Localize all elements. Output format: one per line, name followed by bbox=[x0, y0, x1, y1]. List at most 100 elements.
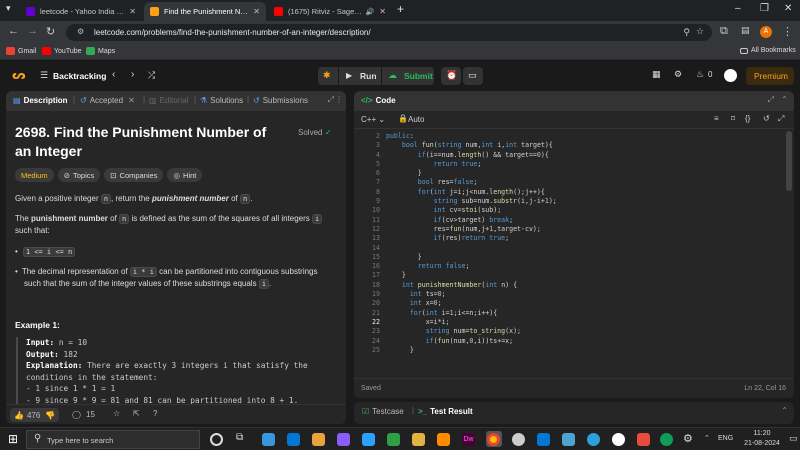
expand-up-icon[interactable]: ⌃ bbox=[781, 406, 788, 415]
share-icon[interactable]: ⇱ bbox=[133, 408, 140, 419]
store-icon[interactable] bbox=[287, 433, 300, 446]
file-explorer-icon[interactable] bbox=[312, 433, 325, 446]
chrome-icon[interactable] bbox=[487, 433, 500, 446]
app-icon[interactable] bbox=[412, 433, 425, 446]
more-icon[interactable]: ⋮ bbox=[335, 95, 343, 104]
blender-icon[interactable] bbox=[437, 433, 450, 446]
cortana-icon[interactable] bbox=[210, 433, 223, 446]
settings-gear-icon[interactable]: ⚙ bbox=[674, 69, 682, 80]
bookmark-youtube[interactable]: YouTube bbox=[42, 47, 82, 55]
dreamweaver-icon[interactable]: Dw bbox=[462, 433, 475, 446]
app-icon[interactable] bbox=[512, 433, 525, 446]
back-icon[interactable]: ← bbox=[8, 25, 19, 37]
bookmark-star-icon[interactable]: ☆ bbox=[696, 26, 704, 37]
tab-search-icon[interactable]: ▾ bbox=[6, 3, 11, 14]
close-tab-icon[interactable]: ✕ bbox=[129, 7, 136, 16]
tab-submissions[interactable]: ↺ Submissions bbox=[253, 96, 308, 105]
run-button[interactable]: ▶ Run bbox=[339, 67, 381, 85]
prev-problem-icon[interactable]: ‹ bbox=[112, 69, 115, 80]
browser-tab-youtube[interactable]: (1675) Ritviz - Sage (Official 🔊 ✕ bbox=[268, 2, 392, 21]
thumbs-down-icon[interactable]: 👎 bbox=[45, 410, 55, 421]
reload-icon[interactable]: ↻ bbox=[46, 25, 55, 38]
editor-scrollbar[interactable] bbox=[786, 131, 792, 191]
app-icon[interactable] bbox=[637, 433, 650, 446]
tab-test-result[interactable]: >_ Test Result bbox=[418, 407, 473, 416]
mail-icon[interactable] bbox=[262, 433, 275, 446]
close-tab-icon[interactable]: ✕ bbox=[379, 7, 386, 16]
format-icon[interactable]: ≡ bbox=[714, 114, 719, 123]
tab-testcase[interactable]: ☑ Testcase bbox=[362, 407, 404, 416]
tab-solutions[interactable]: ⚗ Solutions bbox=[200, 96, 243, 105]
minimize-button[interactable]: – bbox=[735, 3, 741, 14]
layout-grid-icon[interactable]: ▦ bbox=[652, 69, 661, 80]
collapse-icon[interactable]: ⌃ bbox=[781, 95, 788, 104]
companies-chip[interactable]: ⊡ Companies bbox=[104, 168, 164, 182]
profile-avatar[interactable]: A bbox=[760, 26, 772, 38]
forward-icon[interactable]: → bbox=[27, 25, 38, 37]
edge-icon[interactable] bbox=[660, 433, 673, 446]
menu-kebab-icon[interactable]: ⋮ bbox=[782, 25, 793, 38]
url-field[interactable]: ⚙ leetcode.com/problems/find-the-punishm… bbox=[66, 24, 712, 41]
submit-button[interactable]: ☁ Submit bbox=[382, 67, 434, 85]
problem-list-title[interactable]: Backtracking bbox=[53, 71, 106, 81]
tab-code[interactable]: </> Code bbox=[361, 96, 396, 105]
auto-mode-label[interactable]: Auto bbox=[408, 115, 424, 124]
comment-icon[interactable]: ◯ bbox=[72, 409, 81, 420]
all-bookmarks[interactable]: All Bookmarks bbox=[740, 47, 796, 54]
streak-fire-icon[interactable]: ♨ bbox=[696, 69, 704, 80]
like-button[interactable]: 👍 476 👎 bbox=[10, 408, 60, 422]
tray-chevron-icon[interactable]: ⌃ bbox=[704, 434, 710, 442]
extensions-icon[interactable]: ⧉ bbox=[720, 25, 728, 38]
bookmark-icon[interactable]: ⌑ bbox=[731, 114, 735, 123]
leetcode-logo-icon[interactable]: ᔕ bbox=[12, 68, 26, 82]
topics-chip[interactable]: ⊘ Topics bbox=[57, 168, 101, 182]
reset-icon[interactable]: ↺ bbox=[763, 114, 770, 123]
close-tab-icon[interactable]: ✕ bbox=[128, 96, 135, 105]
tab-description[interactable]: ▤ Description bbox=[13, 96, 68, 105]
shuffle-icon[interactable]: ⤮ bbox=[148, 70, 155, 81]
zoom-icon[interactable]: ⚲ bbox=[683, 27, 690, 38]
tab-accepted[interactable]: ↺ Accepted ✕ bbox=[80, 96, 135, 105]
debug-button[interactable]: ✱ bbox=[318, 67, 338, 85]
next-problem-icon[interactable]: › bbox=[131, 69, 134, 80]
close-window-button[interactable]: ✕ bbox=[784, 3, 792, 14]
fullscreen-icon[interactable]: ⤢ bbox=[778, 114, 784, 124]
expand-icon[interactable]: ⤢ bbox=[328, 95, 334, 105]
site-info-icon[interactable]: ⚙ bbox=[77, 27, 84, 36]
app-icon[interactable] bbox=[362, 433, 375, 446]
favorite-star-icon[interactable]: ☆ bbox=[113, 408, 120, 419]
language-select[interactable]: C++ ⌄ bbox=[361, 115, 385, 124]
clock-time[interactable]: 11:20 bbox=[742, 430, 782, 437]
windows-start-icon[interactable]: ⊞ bbox=[8, 432, 18, 446]
braces-icon[interactable]: {} bbox=[745, 114, 750, 123]
notification-icon[interactable]: ▭ bbox=[789, 433, 798, 444]
maximize-button[interactable]: ❐ bbox=[760, 3, 769, 14]
timer-button[interactable]: ⏰ bbox=[441, 67, 461, 85]
telegram-icon[interactable] bbox=[587, 433, 600, 446]
side-panel-icon[interactable]: ▤ bbox=[741, 25, 750, 36]
app-icon[interactable] bbox=[562, 433, 575, 446]
problem-list-icon[interactable]: ☰ bbox=[40, 70, 48, 81]
bookmark-gmail[interactable]: Gmail bbox=[6, 47, 36, 55]
code-editor[interactable]: public: bool fun(string num,int i,int ta… bbox=[386, 132, 776, 368]
user-avatar[interactable] bbox=[724, 69, 737, 82]
notes-button[interactable]: ▭ bbox=[463, 67, 483, 85]
app-icon[interactable] bbox=[612, 433, 625, 446]
hint-chip[interactable]: ◎ Hint bbox=[167, 168, 203, 182]
vscode-icon[interactable] bbox=[537, 433, 550, 446]
browser-tab-leetcode[interactable]: Find the Punishment Number o ✕ bbox=[144, 2, 266, 21]
close-tab-icon[interactable]: ✕ bbox=[253, 7, 260, 16]
app-icon[interactable] bbox=[387, 433, 400, 446]
premium-button[interactable]: Premium bbox=[746, 67, 794, 85]
visual-studio-icon[interactable] bbox=[337, 433, 350, 446]
clock-date[interactable]: 21-08-2024 bbox=[738, 440, 786, 447]
browser-tab-yahoo[interactable]: leetcode - Yahoo India Search R ✕ bbox=[20, 2, 142, 21]
bookmark-maps[interactable]: Maps bbox=[86, 47, 115, 55]
help-icon[interactable]: ? bbox=[153, 408, 157, 419]
settings-gear-icon[interactable]: ⚙ bbox=[683, 432, 696, 445]
taskbar-search[interactable]: ⚲ Type here to search bbox=[26, 430, 200, 449]
task-view-icon[interactable]: ⧉ bbox=[236, 432, 249, 445]
expand-icon[interactable]: ⤢ bbox=[768, 95, 774, 105]
new-tab-button[interactable]: + bbox=[397, 2, 404, 16]
language-indicator[interactable]: ENG bbox=[718, 435, 733, 442]
